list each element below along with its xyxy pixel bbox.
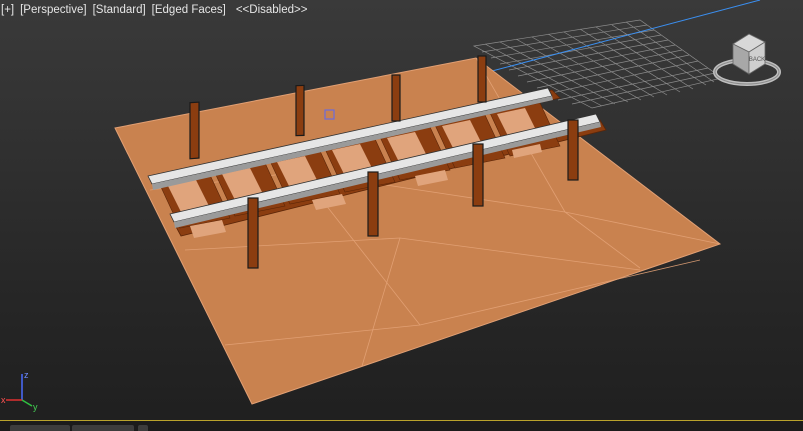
- axis-y-label: y: [33, 402, 38, 412]
- viewcube-icon[interactable]: BACK: [711, 30, 781, 92]
- viewport-menu-edges[interactable]: [Edged Faces]: [152, 4, 226, 16]
- scene-render[interactable]: [0, 0, 803, 431]
- viewport-menu-plus[interactable]: [+]: [1, 4, 14, 16]
- axis-tripod-icon: z x y: [1, 370, 38, 412]
- timeline-tab[interactable]: [10, 425, 70, 431]
- viewport-menu-view[interactable]: [Perspective]: [20, 4, 86, 16]
- axis-z-label: z: [24, 370, 29, 380]
- timeline-tab[interactable]: [138, 425, 148, 431]
- viewport-menu-disabled[interactable]: <<Disabled>>: [236, 4, 308, 16]
- timeline-tab[interactable]: [72, 425, 134, 431]
- viewcube-face-label: BACK: [749, 57, 765, 63]
- axis-x-label: x: [1, 395, 6, 405]
- perspective-viewport[interactable]: [+] [Perspective] [Standard] [Edged Faces] <…: [0, 0, 803, 431]
- viewport-menu-shading[interactable]: [Standard]: [93, 4, 146, 16]
- timeline-strip[interactable]: [0, 420, 803, 431]
- viewport-label: [+] [Perspective] [Standard] [Edged Faces] <…: [1, 4, 307, 16]
